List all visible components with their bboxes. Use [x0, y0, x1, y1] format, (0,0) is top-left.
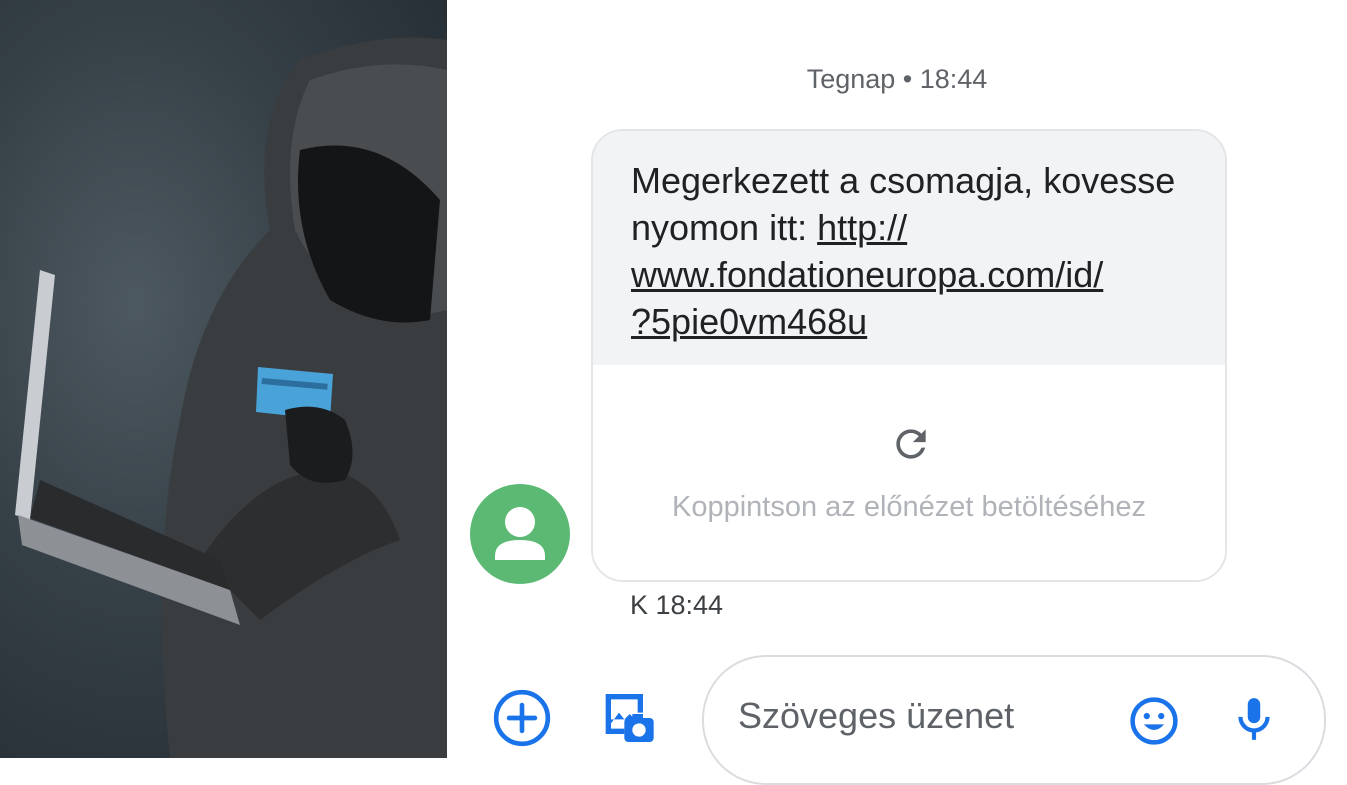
hacker-photo [0, 0, 447, 758]
message-text: Megerkezett a csomagja, kovesse nyomon i… [593, 131, 1225, 365]
message-thread: Tegnap • 18:44 Megerkezett a csomagja, k… [447, 0, 1347, 785]
emoji-icon[interactable] [1127, 694, 1181, 748]
date-header: Tegnap • 18:44 [806, 64, 988, 94]
hacker-illustration [15, 37, 447, 758]
preview-hint: Koppintson az előnézet betöltéséhez [671, 491, 1146, 523]
message-timestamp: K 18:44 [630, 590, 724, 620]
reload-icon [896, 429, 926, 459]
person-icon [470, 484, 570, 584]
compose-box [702, 655, 1326, 785]
gallery-camera-icon[interactable] [595, 686, 659, 750]
mic-icon[interactable] [1229, 694, 1279, 744]
sender-avatar[interactable] [470, 484, 570, 589]
message-bubble[interactable]: Megerkezett a csomagja, kovesse nyomon i… [591, 129, 1227, 582]
add-icon[interactable] [491, 687, 553, 749]
message-input[interactable] [738, 695, 1098, 737]
link-preview[interactable]: Koppintson az előnézet betöltéséhez [593, 365, 1225, 580]
